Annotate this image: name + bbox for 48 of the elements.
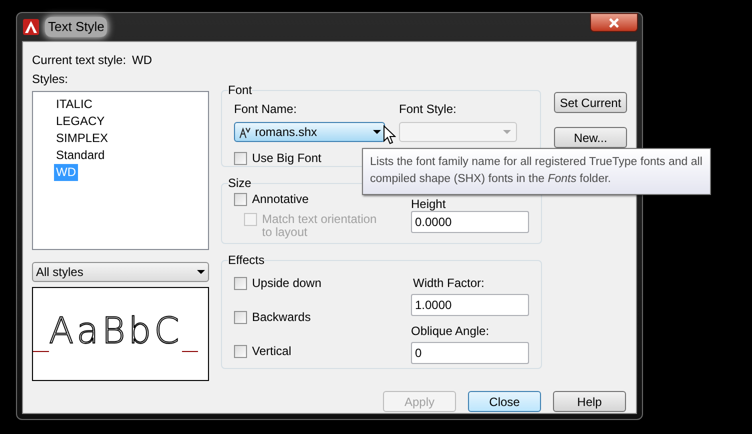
app-logo-icon: [23, 19, 39, 35]
close-button[interactable]: [590, 13, 638, 32]
oblique-angle-label: Oblique Angle:: [411, 323, 490, 340]
dropdown-arrow-icon: [373, 130, 381, 134]
checkbox-label: Annotative: [252, 193, 309, 206]
style-list-item[interactable]: ITALIC: [54, 96, 94, 113]
dialog-button[interactable]: Close: [468, 391, 541, 412]
style-list-item[interactable]: Standard: [54, 147, 107, 164]
dropdown-value: All styles: [36, 264, 84, 281]
input-field[interactable]: 0: [411, 342, 529, 364]
mouse-pointer-icon: [383, 125, 396, 145]
current-style-value: WD: [132, 52, 152, 69]
checkbox[interactable]: [234, 193, 247, 206]
font-name-label: Font Name:: [234, 101, 298, 118]
dialog-button[interactable]: Help: [553, 391, 626, 412]
checkbox[interactable]: [234, 345, 247, 358]
checkbox[interactable]: [234, 277, 247, 290]
height-label: Height: [411, 198, 447, 210]
input-field[interactable]: 1.0000: [411, 294, 529, 316]
style-list-item[interactable]: SIMPLEX: [54, 130, 110, 147]
styles-label: Styles:: [32, 72, 70, 86]
dropdown-arrow-icon: [197, 270, 205, 274]
close-icon: [608, 18, 620, 28]
dropdown-value: romans.shx: [255, 124, 318, 141]
dropdown-arrow-icon: [503, 130, 511, 134]
tooltip-text: Lists the font family name for all registered TrueType fonts and all compiled shape (SHX) fonts in the Fonts folder.: [370, 156, 702, 185]
checkbox-label: Vertical: [252, 345, 292, 358]
dialog-button[interactable]: Set Current: [554, 92, 627, 113]
group-title: Effects: [228, 254, 264, 267]
checkbox-label: Backwards: [252, 311, 311, 324]
checkbox[interactable]: [234, 152, 247, 165]
style-list-item[interactable]: LEGACY: [54, 113, 107, 130]
dialog-button[interactable]: New...: [554, 127, 627, 148]
window-title: Text Style: [45, 17, 108, 37]
font-style-label: Font Style:: [399, 101, 458, 118]
checkbox-label: Use Big Font: [252, 152, 322, 165]
group-title: Font: [228, 84, 252, 97]
current-style-label: Current text style:: [32, 52, 126, 69]
checkbox[interactable]: [234, 311, 247, 324]
group-title: Size: [228, 177, 252, 190]
checkbox-label: Upside down: [252, 277, 322, 290]
style-filter-dropdown[interactable]: All styles: [32, 262, 209, 282]
checkbox-label: Match text orientation to layout: [262, 213, 378, 239]
shx-font-icon: [238, 126, 252, 138]
preview-text: AaBbC: [49, 312, 182, 352]
width-factor-label: Width Factor:: [413, 275, 486, 292]
font-name-dropdown[interactable]: romans.shx: [234, 122, 385, 142]
input-field[interactable]: 0.0000: [411, 211, 529, 233]
